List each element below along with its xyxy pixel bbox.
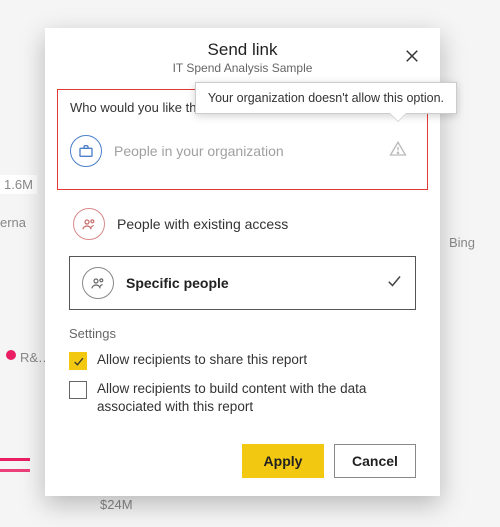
- briefcase-icon: [70, 135, 102, 167]
- bg-dot: [6, 350, 16, 360]
- people-icon: [73, 208, 105, 240]
- bg-value: Bing: [449, 235, 475, 250]
- settings-section: Settings Allow recipients to share this …: [45, 310, 440, 436]
- option-label: People in your organization: [114, 143, 284, 159]
- highlight-annotation: Who would you like the lin People in you…: [57, 89, 428, 190]
- options-section: People with existing access Specific peo…: [45, 202, 440, 310]
- bg-value: $24M: [100, 497, 133, 512]
- checkbox-label: Allow recipients to build content with t…: [97, 380, 416, 416]
- cancel-button[interactable]: Cancel: [334, 444, 416, 478]
- checkbox-allow-build[interactable]: Allow recipients to build content with t…: [69, 380, 416, 416]
- checkbox-icon: [69, 381, 87, 399]
- option-people-in-org[interactable]: People in your organization: [66, 129, 419, 173]
- close-button[interactable]: [398, 44, 426, 72]
- check-icon: [385, 272, 403, 295]
- disabled-tooltip: Your organization doesn't allow this opt…: [195, 82, 457, 114]
- checkbox-allow-share[interactable]: Allow recipients to share this report: [69, 351, 416, 370]
- checkbox-label: Allow recipients to share this report: [97, 351, 307, 369]
- option-label: People with existing access: [117, 216, 288, 232]
- apply-button[interactable]: Apply: [242, 444, 324, 478]
- dialog-subtitle: IT Spend Analysis Sample: [65, 61, 420, 75]
- option-specific-people[interactable]: Specific people: [69, 256, 416, 310]
- bg-bar: [0, 458, 30, 472]
- people-icon: [82, 267, 114, 299]
- warning-icon: [389, 140, 407, 163]
- bg-value: erna: [0, 215, 26, 230]
- dialog-title: Send link: [65, 40, 420, 60]
- checkbox-icon: [69, 352, 87, 370]
- dialog-header: Send link IT Spend Analysis Sample: [45, 28, 440, 83]
- close-icon: [403, 47, 421, 70]
- dialog-buttons: Apply Cancel: [45, 436, 440, 478]
- option-label: Specific people: [126, 275, 229, 291]
- settings-heading: Settings: [69, 326, 416, 341]
- option-existing-access[interactable]: People with existing access: [69, 202, 416, 246]
- send-link-dialog: Send link IT Spend Analysis Sample Who w…: [45, 28, 440, 496]
- bg-value: 1.6M: [0, 175, 37, 194]
